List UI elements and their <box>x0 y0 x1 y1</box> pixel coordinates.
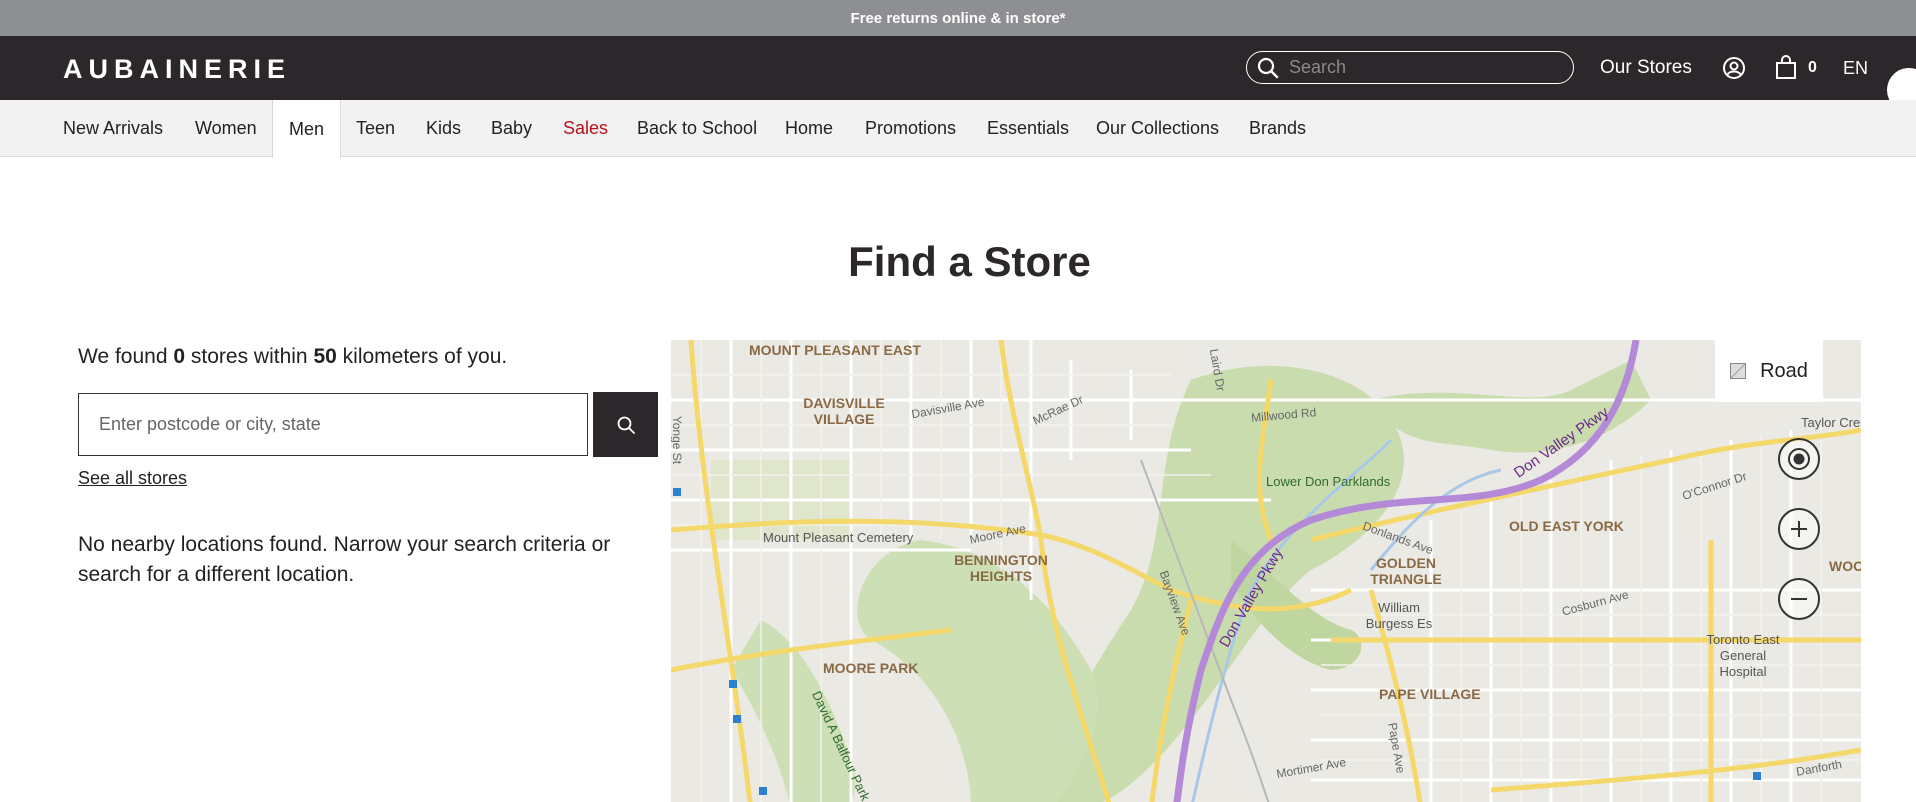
map-label-taylor-cre: Taylor Cre <box>1801 415 1861 430</box>
nav-sales[interactable]: Sales <box>563 100 608 157</box>
nav-back-to-school[interactable]: Back to School <box>637 100 757 157</box>
found-radius: 50 <box>313 345 337 368</box>
locate-me-button[interactable] <box>1778 438 1820 480</box>
map-label-old-east-york: OLD EAST YORK <box>1509 518 1624 534</box>
language-toggle[interactable]: EN <box>1843 58 1868 79</box>
search-input[interactable] <box>1289 57 1559 78</box>
found-middle: stores within <box>190 345 308 368</box>
account-icon[interactable] <box>1722 56 1746 85</box>
map-label-moore-park: MOORE PARK <box>823 660 919 676</box>
nav-our-collections[interactable]: Our Collections <box>1096 100 1219 157</box>
map-label-golden-triangle: GOLDEN TRIANGLE <box>1370 555 1442 587</box>
search-icon <box>1257 57 1279 78</box>
minus-icon <box>1791 598 1807 600</box>
nav-women[interactable]: Women <box>195 100 257 157</box>
our-stores-link[interactable]: Our Stores <box>1600 57 1692 79</box>
page-title: Find a Store <box>848 238 1091 285</box>
map-label-toronto-east-hospital: Toronto East General Hospital <box>1706 632 1780 679</box>
road-label: Road <box>1760 359 1808 382</box>
nav-baby[interactable]: Baby <box>491 100 532 157</box>
zoom-out-button[interactable] <box>1778 578 1820 620</box>
nav-promotions[interactable]: Promotions <box>865 100 956 157</box>
found-suffix: kilometers of you. <box>342 345 508 368</box>
search-icon <box>617 416 635 434</box>
site-search[interactable] <box>1246 51 1574 84</box>
nav-new-arrivals[interactable]: New Arrivals <box>63 100 163 157</box>
map-label-woo: WOO <box>1829 558 1861 574</box>
map-label-lower-don-parklands: Lower Don Parklands <box>1266 474 1391 489</box>
brand-logo[interactable]: AUBAINERIE <box>63 54 291 85</box>
nav-kids[interactable]: Kids <box>426 100 461 157</box>
site-header: AUBAINERIE Our Stores 0 EN <box>0 36 1916 112</box>
map-label-yonge-st: Yonge St <box>671 415 685 465</box>
locate-icon <box>1788 448 1810 470</box>
store-search-button[interactable] <box>593 392 658 457</box>
postcode-input[interactable] <box>78 393 588 456</box>
nav-brands[interactable]: Brands <box>1249 100 1306 157</box>
promo-bar: Free returns online & in store* <box>0 0 1916 36</box>
store-count-summary: We found 0 stores within 50 kilometers o… <box>78 345 507 369</box>
map-label-mount-pleasant-east: MOUNT PLEASANT EAST <box>749 342 921 358</box>
shopping-bag-icon[interactable] <box>1775 54 1797 85</box>
plus-icon <box>1791 521 1807 537</box>
nav-home[interactable]: Home <box>785 100 833 157</box>
see-all-stores-link[interactable]: See all stores <box>78 468 187 489</box>
road-style-icon <box>1730 363 1747 379</box>
map-style-road-button[interactable]: Road <box>1715 340 1823 402</box>
no-results-message: No nearby locations found. Narrow your s… <box>78 533 611 586</box>
nav-men[interactable]: Men <box>272 100 342 158</box>
store-map[interactable]: MOUNT PLEASANT EAST DAVISVILLE VILLAGE D… <box>671 340 1861 802</box>
map-label-mount-pleasant-cemetery: Mount Pleasant Cemetery <box>763 530 914 545</box>
zoom-in-button[interactable] <box>1778 508 1820 550</box>
map-label-bennington-heights: BENNINGTON HEIGHTS <box>954 552 1048 584</box>
found-prefix: We found <box>78 345 168 368</box>
nav-essentials[interactable]: Essentials <box>987 100 1069 157</box>
promo-text: Free returns online & in store* <box>850 9 1066 27</box>
nav-teen[interactable]: Teen <box>356 100 395 157</box>
bag-count[interactable]: 0 <box>1808 59 1817 77</box>
found-count: 0 <box>173 345 186 368</box>
map-label-davisville-village: DAVISVILLE VILLAGE <box>803 395 885 427</box>
main-nav: New Arrivals Women Men Teen Kids Baby Sa… <box>0 100 1916 158</box>
map-label-pape-village: PAPE VILLAGE <box>1379 686 1481 702</box>
map-label-william-burgess: William Burgess Es <box>1365 600 1433 631</box>
